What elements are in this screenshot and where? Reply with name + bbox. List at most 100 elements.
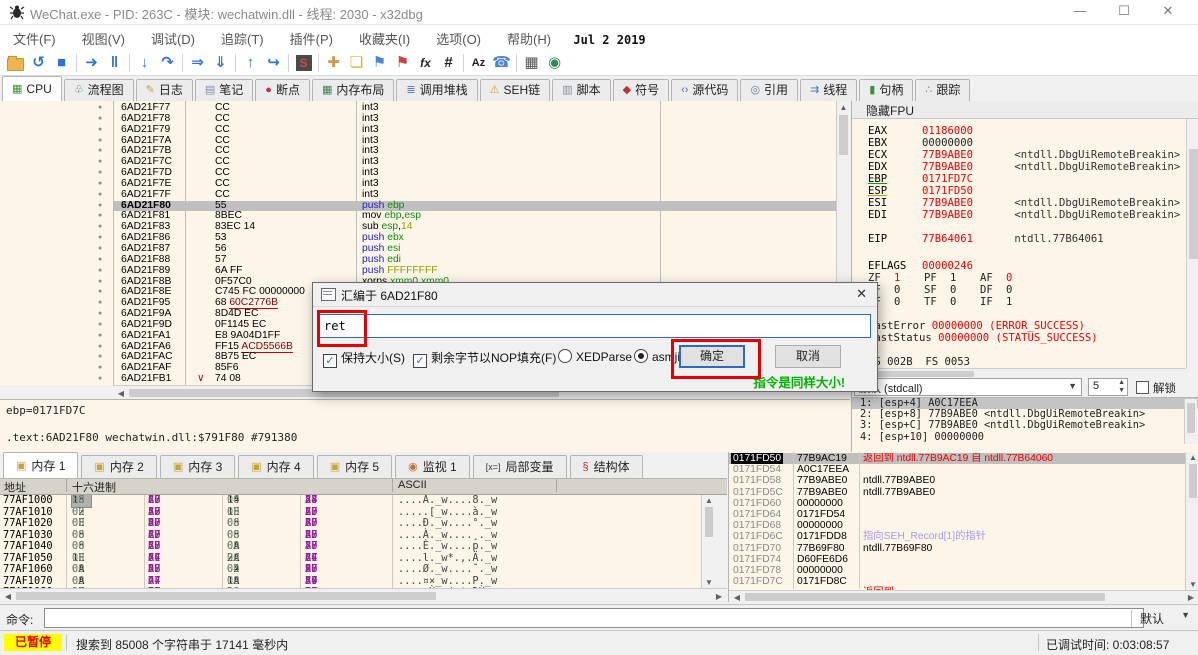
scroll-up-icon[interactable]: ▲ [837,103,850,112]
dump-row[interactable]: 77AF10501C 00 1E 006C 84 AF 772A 00 2C 0… [0,553,700,565]
stack-vscrollbar[interactable]: ▲ ▼ [1185,452,1198,590]
register-line[interactable]: GS 002B FS 0053 [868,356,970,368]
dump-row[interactable]: 77AF107008 00 0A 00A4 D7 AF 7718 00 1A 0… [0,576,700,588]
dump-row[interactable]: 77AF100016 00 18 00C0 8B AF 7714 00 16 0… [0,495,700,507]
phone-icon[interactable]: ☎ [490,52,513,74]
tab-断点[interactable]: ●断点 [255,79,310,101]
stack-row[interactable]: 0171FD6800000000 [729,520,1185,531]
tab-内存布局[interactable]: ▦内存布局 [312,79,394,101]
labels-icon[interactable]: ⚑ [368,52,391,74]
breakpoint-bullet-icon[interactable]: ● [98,222,102,233]
dump-row[interactable]: 77AF103006 00 08 00C0 8D AF 7706 00 08 0… [0,530,700,542]
execute-till-return-icon[interactable]: ↑ [239,52,262,74]
dump-vscrollbar[interactable]: ▲ ▼ [701,495,716,588]
register-line[interactable]: ESP0171FD50 [868,185,1008,197]
keep-size-checkbox[interactable]: ✓保持大小(S) [323,349,405,368]
disasm-row[interactable]: ●6AD21F896A FFpush FFFFFFFF [0,266,836,277]
unlock-checkbox[interactable]: 解锁 [1136,380,1176,396]
close-button[interactable]: ✕ [1146,0,1190,24]
register-line[interactable]: LastStatus 00000000 (STATUS_SUCCESS) [868,332,1098,344]
breakpoint-bullet-icon[interactable]: ● [98,298,102,309]
register-line[interactable]: ZF1PF1AF0 [868,272,1036,284]
argument-count-spinner[interactable]: 5▲▼ [1088,378,1128,396]
stack-row[interactable]: 0171FD6C0171FDD8指向SEH_Record[1]的指针 [729,531,1185,542]
tab-笔记[interactable]: ▤笔记 [195,79,253,101]
scylla-icon[interactable]: S [292,52,315,74]
strings-icon[interactable]: Az [467,52,490,74]
stack-pane[interactable]: 0171FD5077B9AC19返回到 ntdll.77B9AC19 自 ntd… [728,452,1198,602]
run-to-user-code-icon[interactable]: ⇒ [186,52,209,74]
scroll-left-icon[interactable]: ◀ [115,389,127,398]
register-line[interactable]: ESI77B9ABE0 <ntdll.DbgUiRemoteBreakin> [868,197,1180,209]
register-line[interactable]: EIP77B64061 ntdll.77B64061 [868,233,1104,245]
open-file-icon[interactable] [4,52,27,74]
hash-icon[interactable]: # [437,52,460,74]
scroll-down-icon[interactable]: ▼ [1187,580,1198,589]
register-line[interactable]: LastError 00000000 (ERROR_SUCCESS) [868,320,1085,332]
tab-调用堆栈[interactable]: ≣调用堆栈 [396,79,477,101]
register-line[interactable]: EDI77B9ABE0 <ntdll.DbgUiRemoteBreakin> [868,209,1180,221]
breakpoint-bullet-icon[interactable]: ● [98,331,102,342]
tab-符号[interactable]: ◆符号 [613,79,669,101]
stack-row[interactable]: 0171FD7C0171FD8C [729,576,1185,587]
dump-tab-内存 4[interactable]: ▣内存 4 [238,455,313,478]
tab-跟踪[interactable]: ∴跟踪 [915,79,970,101]
globe-icon[interactable]: ◉ [543,52,566,74]
register-line[interactable]: EBX00000000 [868,137,1008,149]
register-line[interactable]: OF0SF0DF0 [868,284,1036,296]
xedparse-radio[interactable]: XEDParse [558,349,632,364]
breakpoint-bullet-icon[interactable]: ● [98,179,102,190]
memory-dump-pane[interactable]: 地址 十六进制 ASCII 77AF100016 00 18 00C0 8B A… [0,479,727,602]
tab-脚本[interactable]: ▥脚本 [552,79,610,101]
stack-row[interactable]: 0171FD7800000000 [729,565,1185,576]
tab-线程[interactable]: ⇉线程 [800,79,857,101]
scroll-left-icon[interactable]: ◀ [2,592,14,601]
registers-vscrollbar[interactable] [1186,119,1198,368]
menu-item-追踪T[interactable]: 追踪(T) [208,25,277,52]
disasm-row[interactable]: ●6AD21F7FCCint3 [0,190,836,201]
fill-with-nop-checkbox[interactable]: ✓剩余字节以NOP填充(F) [413,349,556,368]
breakpoint-bullet-icon[interactable]: ● [98,157,102,168]
tab-源代码[interactable]: ‹›源代码 [671,79,738,101]
command-mode-dropdown[interactable]: 默认▼ [1131,610,1194,627]
cancel-button[interactable]: 取消 [775,345,841,368]
dialog-title-bar[interactable]: 汇编于 6AD21F80 ✕ [313,283,877,307]
command-input[interactable] [44,608,1144,628]
breakpoint-bullet-icon[interactable]: ● [98,342,102,353]
breakpoint-bullet-icon[interactable]: ● [98,244,102,255]
stack-row[interactable]: 0171FD5877B9ABE0ntdll.77B9ABE0 [729,475,1185,486]
scroll-right-icon[interactable]: ▶ [713,592,725,601]
asmjit-radio[interactable]: asmjit [634,349,683,364]
dump-tab-内存 2[interactable]: ▣内存 2 [81,455,156,478]
calculator-icon[interactable]: ▦ [520,52,543,74]
stack-row[interactable]: 0171FD74D60FE6D6 [729,554,1185,565]
register-line[interactable]: CF0TF0IF1 [868,296,1036,308]
scroll-left-icon[interactable]: ◀ [731,593,743,602]
maximize-button[interactable]: ☐ [1102,0,1146,24]
patches-icon[interactable]: ✚ [322,52,345,74]
stop-icon[interactable]: ■ [50,52,73,74]
pause-icon[interactable]: ‖ [103,52,126,74]
breakpoint-bullet-icon[interactable]: ● [98,363,102,374]
registers-body[interactable]: EAX01186000EBX00000000ECX77B9ABE0 <ntdll… [852,119,1186,368]
menu-item-帮助H[interactable]: 帮助(H) [494,25,564,52]
breakpoint-bullet-icon[interactable]: ● [98,125,102,136]
register-line[interactable]: EFLAGS00000246 [868,260,1008,272]
minimize-button[interactable]: — [1058,0,1102,24]
restart-icon[interactable]: ↺ [27,52,50,74]
dump-tab-内存 5[interactable]: ▣内存 5 [317,455,392,478]
register-line[interactable]: ECX77B9ABE0 <ntdll.DbgUiRemoteBreakin> [868,149,1180,161]
tab-句柄[interactable]: ▮句柄 [859,79,913,101]
run-icon[interactable]: ➜ [80,52,103,74]
dialog-close-icon[interactable]: ✕ [856,286,867,302]
dump-tab-结构体[interactable]: §结构体 [570,455,643,478]
dump-row[interactable]: 77AF104006 00 08 00C8 8D AF 7708 00 0A 0… [0,541,700,553]
breakpoint-bullet-icon[interactable]: ● [98,146,102,157]
functions-icon[interactable]: fx [414,52,437,74]
step-over-icon[interactable]: ↷ [156,52,179,74]
stack-hscrollbar[interactable]: ◀ ▶ [729,590,1198,602]
arguments-vscrollbar[interactable] [1184,399,1197,444]
breakpoint-bullet-icon[interactable]: ● [98,136,102,147]
ok-button[interactable]: 确定 [679,345,745,368]
menu-item-选项O[interactable]: 选项(O) [423,25,494,52]
